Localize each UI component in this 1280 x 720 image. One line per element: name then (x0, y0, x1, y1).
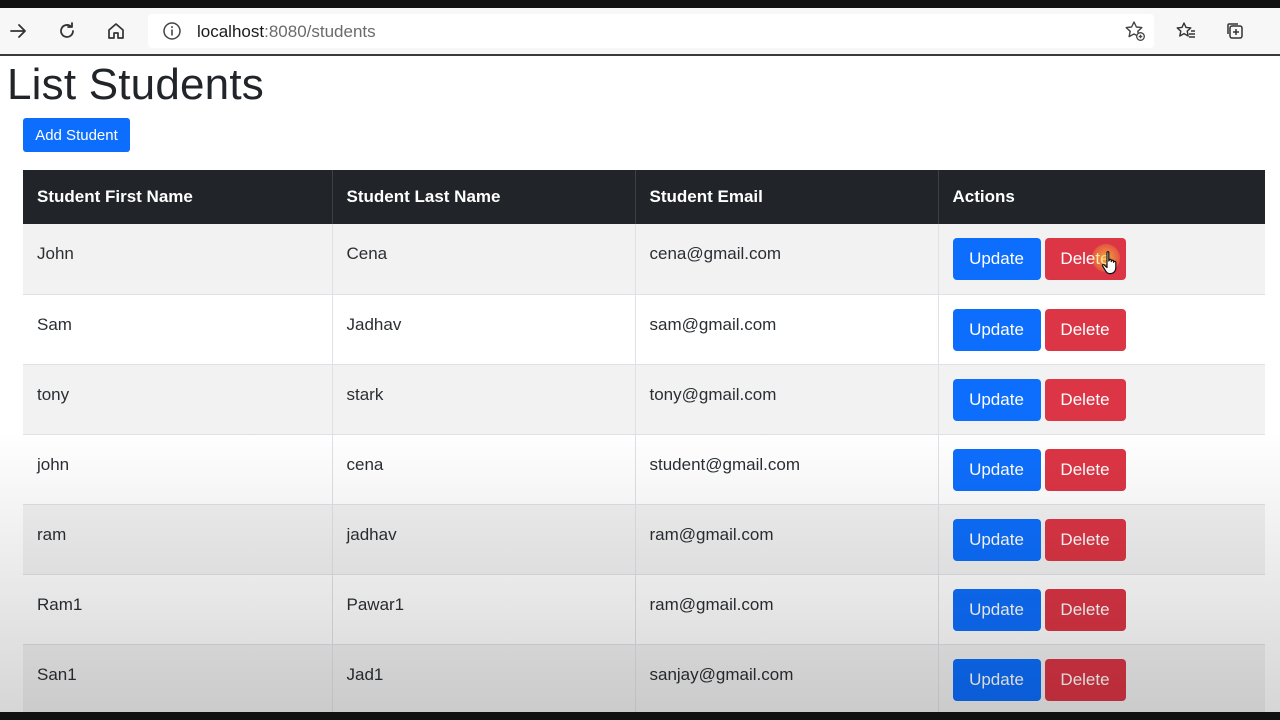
cell-last-name: cena (332, 434, 636, 505)
cell-actions: Update Delete (938, 434, 1265, 505)
header-actions: Actions (938, 170, 1265, 224)
table-row: Ram1 Pawar1 ram@gmail.com Update Delete (23, 574, 1265, 645)
cell-first-name: San1 (23, 644, 333, 715)
delete-button[interactable]: Delete (1044, 378, 1126, 421)
table-row: ram jadhav ram@gmail.com Update Delete (23, 504, 1265, 575)
cell-first-name: Ram1 (23, 574, 333, 645)
table-row: john cena student@gmail.com Update Delete (23, 434, 1265, 505)
url-path: :8080/students (264, 22, 376, 41)
update-button[interactable]: Update (952, 518, 1041, 561)
update-button[interactable]: Update (952, 588, 1041, 631)
cell-actions: Update Delete (938, 574, 1265, 645)
header-last-name: Student Last Name (332, 170, 636, 224)
cell-first-name: Sam (23, 294, 333, 365)
cell-email: sam@gmail.com (635, 294, 939, 365)
page-title: List Students (7, 60, 264, 109)
cell-last-name: Jadhav (332, 294, 636, 365)
cell-last-name: jadhav (332, 504, 636, 575)
cell-actions: Update Delete (938, 644, 1265, 715)
update-button[interactable]: Update (952, 308, 1041, 351)
info-icon[interactable] (162, 21, 182, 41)
table-row: tony stark tony@gmail.com Update Delete (23, 364, 1265, 435)
cell-actions: Update Delete (938, 504, 1265, 575)
students-table: Student First Name Student Last Name Stu… (23, 170, 1265, 715)
table-row: Sam Jadhav sam@gmail.com Update Delete (23, 294, 1265, 365)
browser-toolbar: localhost:8080/students (0, 8, 1280, 56)
add-student-button[interactable]: Add Student (23, 118, 130, 152)
cell-email: cena@gmail.com (635, 224, 939, 295)
url-host: localhost (197, 22, 265, 41)
cell-last-name: Jad1 (332, 644, 636, 715)
table-row: John Cena cena@gmail.com Update Delete (23, 224, 1265, 295)
forward-icon[interactable] (2, 15, 34, 47)
delete-button[interactable]: Delete (1044, 308, 1126, 351)
collections-icon[interactable] (1219, 15, 1251, 47)
address-bar[interactable]: localhost:8080/students (148, 14, 1154, 48)
url-text[interactable]: localhost:8080/students (197, 22, 376, 42)
header-email: Student Email (635, 170, 939, 224)
cell-email: student@gmail.com (635, 434, 939, 505)
delete-button[interactable]: Delete (1044, 658, 1126, 701)
cell-last-name: Cena (332, 224, 636, 295)
cell-first-name: tony (23, 364, 333, 435)
home-icon[interactable] (100, 15, 132, 47)
cell-actions: Update Delete (938, 364, 1265, 435)
table-header-row: Student First Name Student Last Name Stu… (23, 170, 1265, 224)
screen-bottom-edge (0, 712, 1280, 720)
screen-top-edge (0, 0, 1280, 8)
cell-first-name: John (23, 224, 333, 295)
cell-first-name: ram (23, 504, 333, 575)
cell-email: ram@gmail.com (635, 504, 939, 575)
refresh-icon[interactable] (51, 15, 83, 47)
header-first-name: Student First Name (23, 170, 333, 224)
favorites-icon[interactable] (1170, 15, 1202, 47)
delete-button[interactable]: Delete (1044, 518, 1126, 561)
update-button[interactable]: Update (952, 238, 1041, 280)
cell-email: sanjay@gmail.com (635, 644, 939, 715)
cell-first-name: john (23, 434, 333, 505)
update-button[interactable]: Update (952, 378, 1041, 421)
cell-actions: Update Delete (938, 224, 1265, 295)
cell-email: ram@gmail.com (635, 574, 939, 645)
cell-last-name: stark (332, 364, 636, 435)
delete-button[interactable]: Delete (1044, 448, 1126, 491)
update-button[interactable]: Update (952, 658, 1041, 701)
table-row: San1 Jad1 sanjay@gmail.com Update Delete (23, 644, 1265, 715)
delete-button[interactable]: Delete (1044, 588, 1126, 631)
cell-actions: Update Delete (938, 294, 1265, 365)
update-button[interactable]: Update (952, 448, 1041, 491)
cell-last-name: Pawar1 (332, 574, 636, 645)
delete-button[interactable]: Delete (1044, 238, 1126, 280)
cell-email: tony@gmail.com (635, 364, 939, 435)
add-favorite-icon[interactable] (1124, 20, 1146, 42)
